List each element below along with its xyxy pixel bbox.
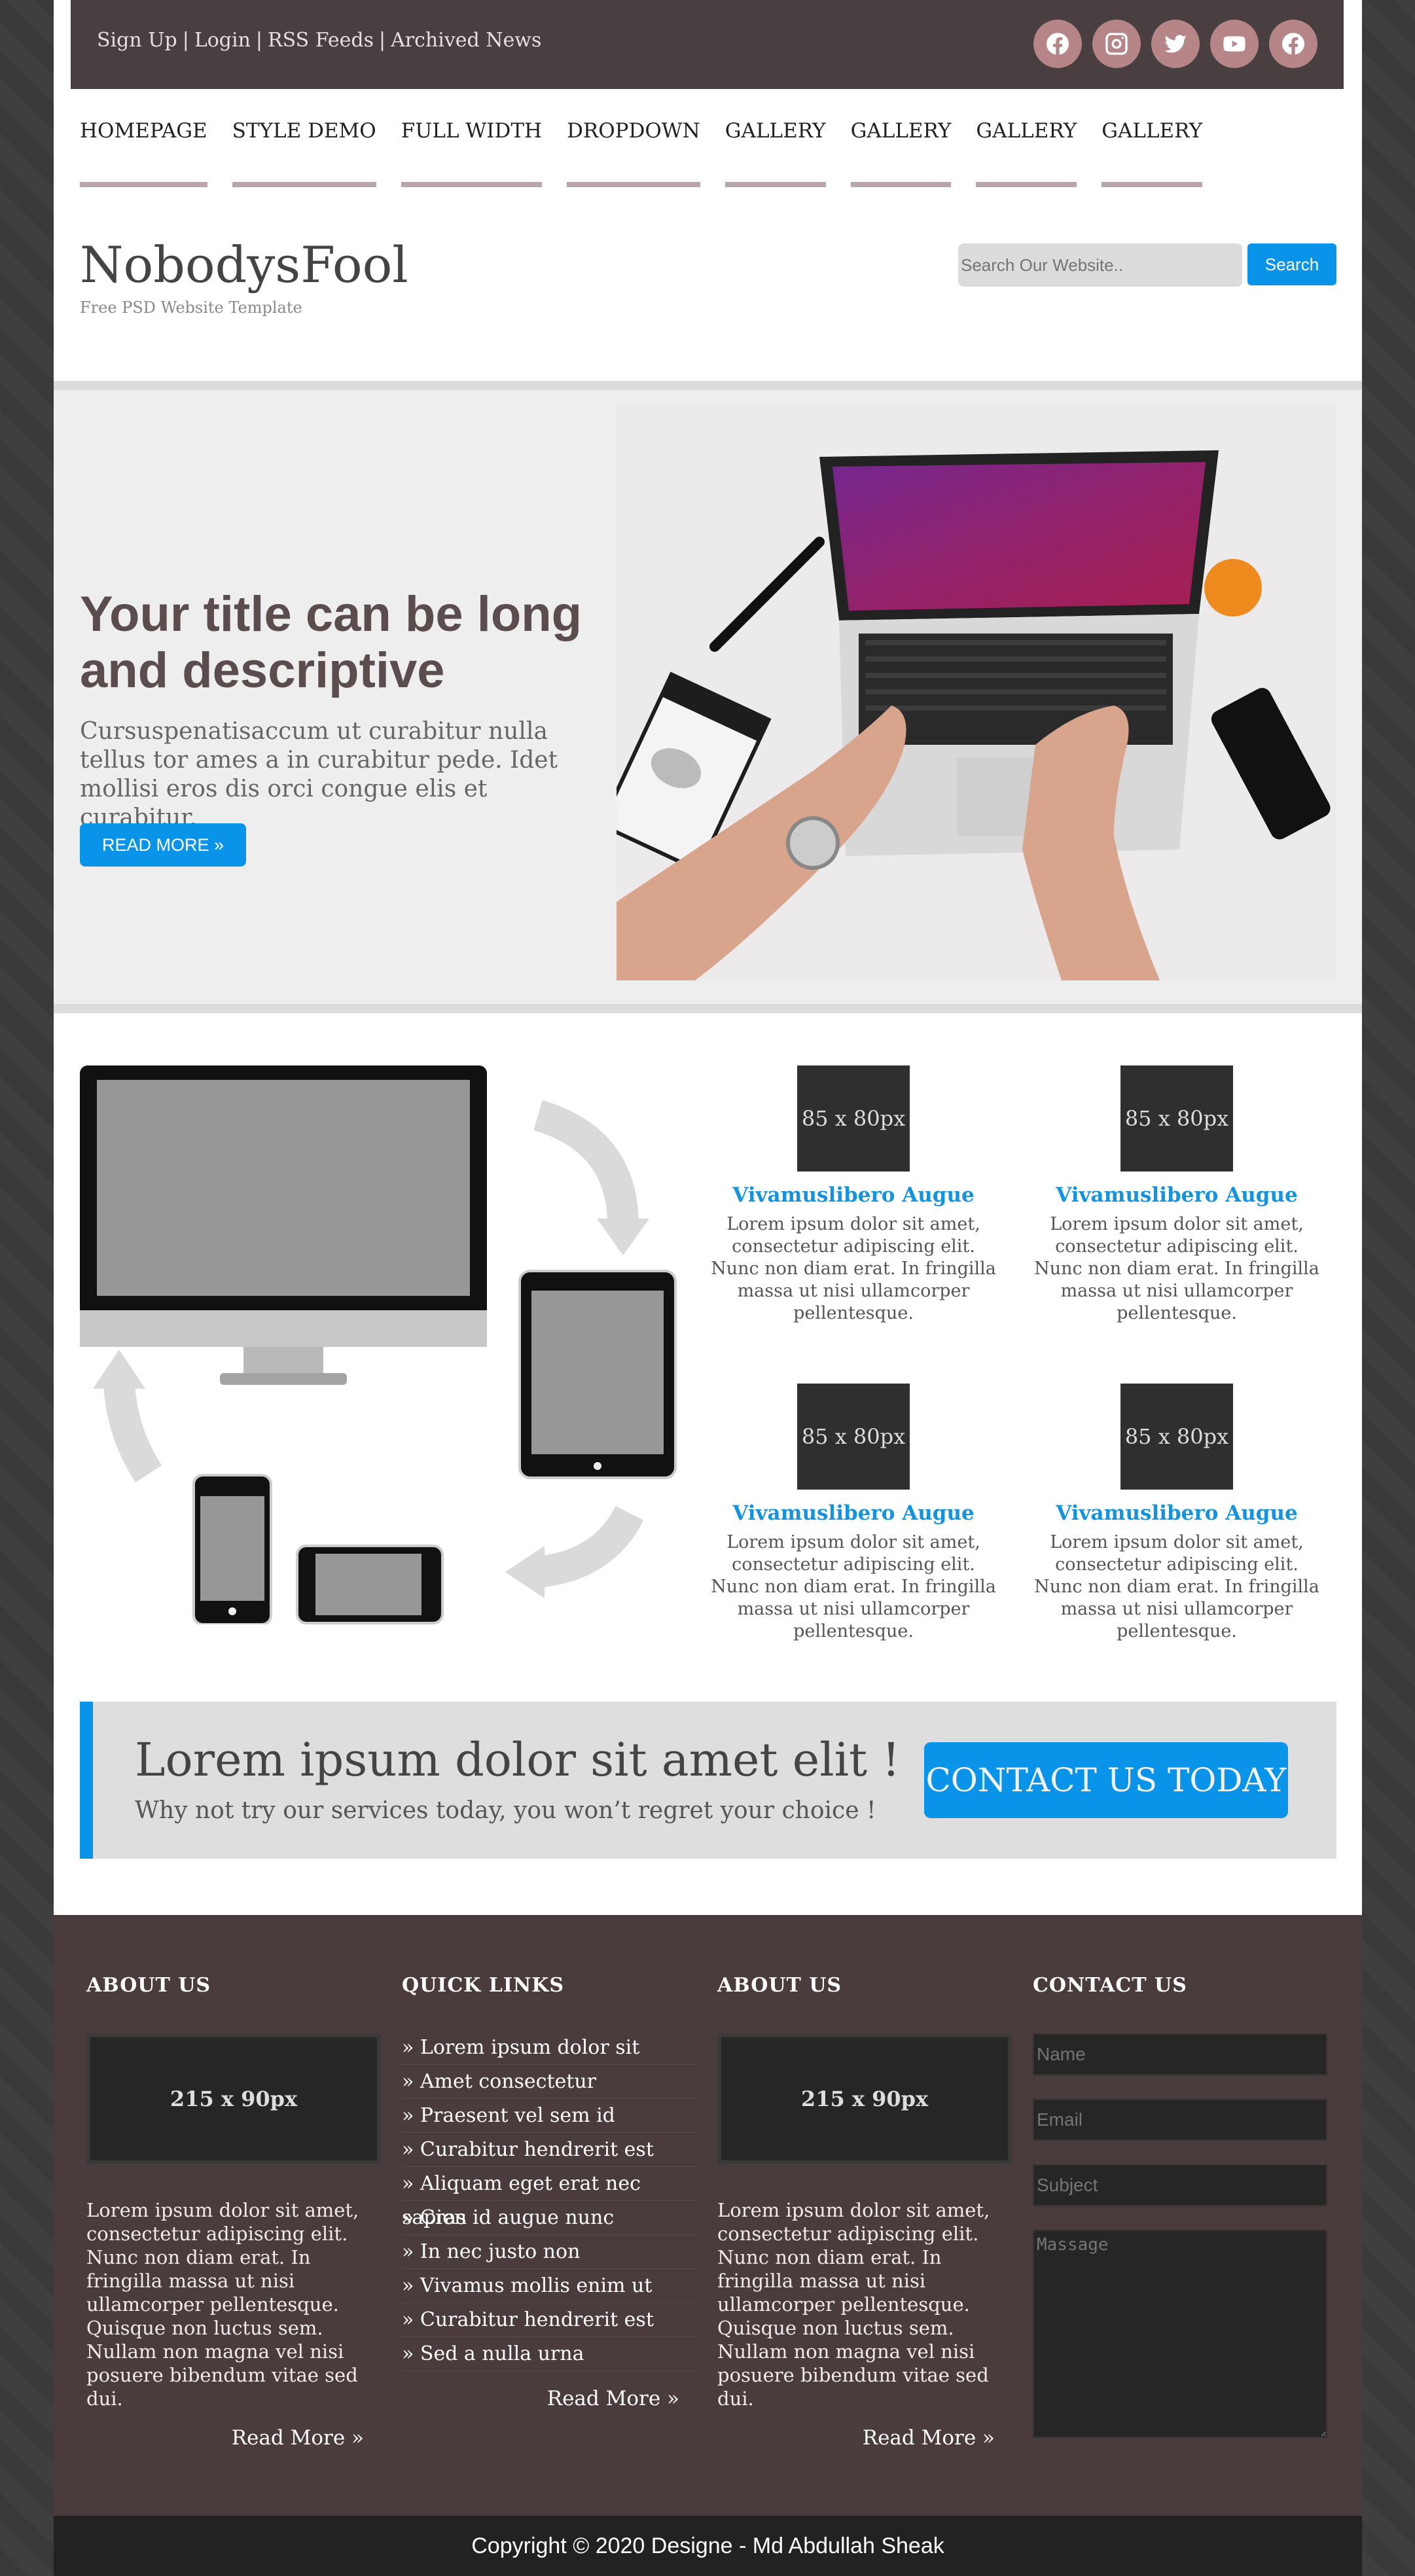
feature-thumbnail: 85 x 80px <box>797 1065 910 1172</box>
archived-news-link[interactable]: Archived News <box>391 29 541 52</box>
signup-link[interactable]: Sign Up <box>97 29 177 52</box>
feature-thumbnail: 85 x 80px <box>1120 1065 1233 1172</box>
quick-links-list: » Lorem ipsum dolor sit » Amet consectet… <box>402 2031 696 2371</box>
youtube-icon[interactable] <box>1210 20 1259 68</box>
quick-link[interactable]: » Sed a nulla urna <box>402 2337 696 2371</box>
feature-title[interactable]: Vivamuslibero Augue <box>709 1183 997 1207</box>
quick-link[interactable]: » In nec justo non <box>402 2235 696 2269</box>
footer-heading: QUICK LINKS <box>402 1974 565 1997</box>
hero-section: Your title can be long and descriptive C… <box>54 381 1362 1013</box>
feature-thumbnail: 85 x 80px <box>1120 1384 1233 1490</box>
feature-card: 85 x 80px Vivamuslibero Augue Lorem ipsu… <box>1033 1065 1321 1325</box>
feature-text: Lorem ipsum dolor sit amet, consectetur … <box>711 1532 996 1641</box>
separator: | <box>255 29 263 52</box>
feature-title[interactable]: Vivamuslibero Augue <box>1033 1501 1321 1525</box>
page-container: Sign Up | Login | RSS Feeds | Archived News HO… <box>54 0 1362 2576</box>
facebook-icon[interactable] <box>1033 20 1082 68</box>
nav-item-gallery[interactable]: GALLERY <box>850 119 952 187</box>
feature-text: Lorem ipsum dolor sit amet, consectetur … <box>1034 1214 1319 1323</box>
read-more-button[interactable]: READ MORE » <box>80 823 246 867</box>
twitter-icon[interactable] <box>1151 20 1200 68</box>
nav-item-homepage[interactable]: HOMEPAGE <box>80 119 207 187</box>
login-link[interactable]: Login <box>194 29 251 52</box>
site-logo[interactable]: NobodysFool <box>80 236 408 294</box>
cta-heading: Lorem ipsum dolor sit amet elit ! <box>135 1733 901 1787</box>
social-icons <box>1033 20 1317 68</box>
footer-image-placeholder: 215 x 90px <box>86 2033 381 2164</box>
nav-item-style-demo[interactable]: STYLE DEMO <box>232 119 376 187</box>
footer-about-column: ABOUT US 215 x 90px Lorem ipsum dolor si… <box>717 1974 1012 2450</box>
quick-link[interactable]: » Curabitur hendrerit est <box>402 2303 696 2337</box>
feature-card: 85 x 80px Vivamuslibero Augue Lorem ipsu… <box>709 1065 997 1325</box>
hero-text: Cursuspenatisaccum ut curabitur nulla te… <box>80 718 558 831</box>
separator: | <box>182 29 189 52</box>
quick-link[interactable]: » Aliquam eget erat nec sapien <box>402 2167 696 2229</box>
footer-about-column: ABOUT US 215 x 90px Lorem ipsum dolor si… <box>86 1974 381 2450</box>
quick-link[interactable]: » Curabitur hendrerit est <box>402 2133 696 2167</box>
read-more-link[interactable]: Read More » <box>402 2387 696 2410</box>
quick-link[interactable]: » Amet consectetur <box>402 2065 696 2099</box>
quick-link[interactable]: » Lorem ipsum dolor sit <box>402 2031 696 2065</box>
top-bar: Sign Up | Login | RSS Feeds | Archived News <box>71 0 1344 89</box>
facebook-icon[interactable] <box>1269 20 1317 68</box>
feature-card: 85 x 80px Vivamuslibero Augue Lorem ipsu… <box>1033 1384 1321 1643</box>
read-more-link[interactable]: Read More » <box>86 2426 381 2450</box>
search-input[interactable] <box>958 243 1242 287</box>
hero-image <box>617 404 1336 980</box>
footer-heading: CONTACT US <box>1033 1974 1187 1997</box>
footer-image-placeholder: 215 x 90px <box>717 2033 1012 2164</box>
quick-link[interactable]: » Vivamus mollis enim ut <box>402 2269 696 2303</box>
message-field[interactable] <box>1033 2230 1327 2438</box>
nav-item-gallery[interactable]: GALLERY <box>1102 119 1203 187</box>
feature-title[interactable]: Vivamuslibero Augue <box>709 1501 997 1525</box>
main-nav: HOMEPAGE STYLE DEMO FULL WIDTH DROPDOWN … <box>80 119 1203 187</box>
contact-us-button[interactable]: CONTACT US TODAY <box>924 1742 1288 1818</box>
nav-item-gallery[interactable]: GALLERY <box>725 119 826 187</box>
footer-heading: ABOUT US <box>717 1974 842 1997</box>
footer: ABOUT US 215 x 90px Lorem ipsum dolor si… <box>54 1915 1362 2516</box>
site-tagline: Free PSD Website Template <box>80 298 302 317</box>
contact-form <box>1033 2033 1327 2441</box>
quick-link[interactable]: » Praesent vel sem id <box>402 2099 696 2133</box>
instagram-icon[interactable] <box>1092 20 1141 68</box>
separator: | <box>379 29 386 52</box>
quick-link[interactable]: » Cras id augue nunc <box>402 2201 696 2235</box>
email-field[interactable] <box>1033 2099 1327 2141</box>
name-field[interactable] <box>1033 2033 1327 2075</box>
nav-item-full-width[interactable]: FULL WIDTH <box>401 119 543 187</box>
cta-subtext: Why not try our services today, you won’… <box>135 1797 876 1824</box>
feature-title[interactable]: Vivamuslibero Augue <box>1033 1183 1321 1207</box>
footer-contact-column: CONTACT US <box>1033 1974 1327 2441</box>
subject-field[interactable] <box>1033 2164 1327 2206</box>
feature-text: Lorem ipsum dolor sit amet, consectetur … <box>1034 1532 1319 1641</box>
search-button[interactable]: Search <box>1247 243 1336 285</box>
cta-banner: Lorem ipsum dolor sit amet elit ! Why no… <box>80 1702 1336 1859</box>
nav-item-dropdown[interactable]: DROPDOWN <box>567 119 700 187</box>
hero-title: Your title can be long and descriptive <box>80 586 582 698</box>
footer-about-text: Lorem ipsum dolor sit amet, consectetur … <box>86 2199 359 2410</box>
footer-about-text: Lorem ipsum dolor sit amet, consectetur … <box>717 2199 990 2410</box>
rss-feeds-link[interactable]: RSS Feeds <box>268 29 374 52</box>
footer-quick-links-column: QUICK LINKS » Lorem ipsum dolor sit » Am… <box>402 1974 696 2410</box>
nav-item-gallery[interactable]: GALLERY <box>976 119 1077 187</box>
top-links: Sign Up | Login | RSS Feeds | Archived News <box>97 29 541 52</box>
copyright-bar: Copyright © 2020 Designe - Md Abdullah S… <box>54 2516 1362 2576</box>
feature-text: Lorem ipsum dolor sit amet, consectetur … <box>711 1214 996 1323</box>
feature-card: 85 x 80px Vivamuslibero Augue Lorem ipsu… <box>709 1384 997 1643</box>
feature-thumbnail: 85 x 80px <box>797 1384 910 1490</box>
footer-heading: ABOUT US <box>86 1974 211 1997</box>
devices-illustration <box>80 1062 682 1626</box>
read-more-link[interactable]: Read More » <box>717 2426 1012 2450</box>
